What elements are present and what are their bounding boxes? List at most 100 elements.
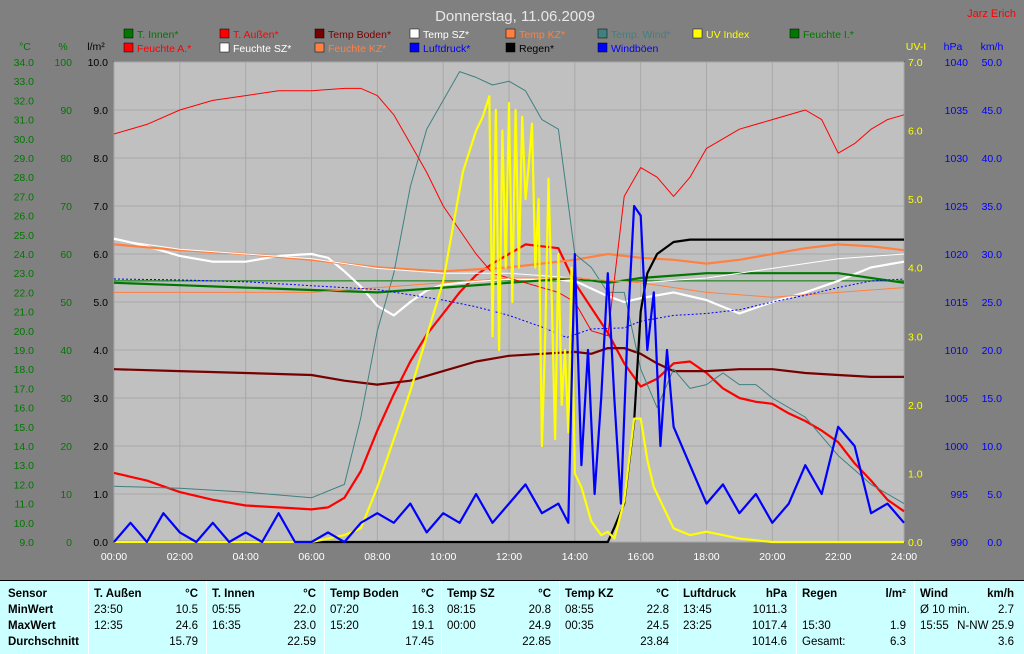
pressure-tick: 1015 xyxy=(945,297,969,309)
humidity-tick: 30 xyxy=(60,393,72,405)
temp-tick: 10.0 xyxy=(14,518,35,530)
humidity-tick: 60 xyxy=(60,249,72,261)
stat-unit: °C xyxy=(421,588,434,600)
column-separator xyxy=(324,581,325,654)
legend-swatch xyxy=(692,28,703,39)
time-tick: 16:00 xyxy=(628,551,654,563)
temp-tick: 29.0 xyxy=(14,153,35,165)
time-tick: 04:00 xyxy=(233,551,259,563)
stat-avg-value: 22.59 xyxy=(287,636,316,648)
rain-tick: 7.0 xyxy=(93,201,108,213)
legend-swatch xyxy=(123,28,134,39)
stat-max-value: 24.5 xyxy=(646,620,669,632)
stat-unit: °C xyxy=(656,588,669,600)
pressure-tick: 1010 xyxy=(945,345,969,357)
weather-chart: Donnerstag, 11.06.2009 Jarz Erich T. Inn… xyxy=(14,8,1016,563)
wind-tick: 50.0 xyxy=(982,57,1003,69)
temp-tick: 27.0 xyxy=(14,191,35,203)
column-separator xyxy=(88,581,89,654)
stat-min-value: 1011.3 xyxy=(752,604,787,616)
rain-tick: 5.0 xyxy=(93,297,108,309)
legend-swatch xyxy=(505,28,516,39)
pressure-tick: 1035 xyxy=(945,105,969,117)
uv-tick: 7.0 xyxy=(908,57,923,69)
stat-unit: l/m² xyxy=(885,588,906,600)
temp-tick: 28.0 xyxy=(14,172,35,184)
humidity-unit: % xyxy=(58,41,67,53)
time-tick: 18:00 xyxy=(693,551,719,563)
legend-label: Temp KZ* xyxy=(519,29,565,41)
column-separator xyxy=(677,581,678,654)
uv-tick: 3.0 xyxy=(908,331,923,343)
wind-tick: 15.0 xyxy=(982,393,1003,405)
wind-tick: 35.0 xyxy=(982,201,1003,213)
legend-swatch xyxy=(409,28,420,39)
legend-swatch xyxy=(314,42,325,53)
temp-tick: 18.0 xyxy=(14,364,35,376)
temp-tick: 30.0 xyxy=(14,134,35,146)
legend-label: Temp SZ* xyxy=(423,29,469,41)
legend-label: Feuchte A.* xyxy=(137,43,191,55)
wind-tick: 10.0 xyxy=(982,441,1003,453)
temp-tick: 34.0 xyxy=(14,57,35,69)
stat-avg-value: 1014.6 xyxy=(751,636,787,648)
temp-tick: 12.0 xyxy=(14,479,35,491)
stat-max-value: 1017.4 xyxy=(751,620,787,632)
humidity-tick: 90 xyxy=(60,105,72,117)
row-label-sensor: Sensor xyxy=(8,588,47,600)
uv-tick: 6.0 xyxy=(908,126,923,138)
humidity-tick: 40 xyxy=(60,345,72,357)
pressure-tick: 1040 xyxy=(945,57,969,69)
stat-unit: km/h xyxy=(987,588,1014,600)
legend-label: T. Innen* xyxy=(137,29,178,41)
pressure-unit: hPa xyxy=(944,41,963,53)
wind-tick: 25.0 xyxy=(982,297,1003,309)
stat-max-value: N-NW 25.9 xyxy=(957,620,1014,632)
legend-swatch xyxy=(219,42,230,53)
temp-tick: 9.0 xyxy=(19,537,34,549)
legend-swatch xyxy=(314,28,325,39)
time-tick: 06:00 xyxy=(298,551,324,563)
temp-tick: 16.0 xyxy=(14,403,35,415)
uv-tick: 4.0 xyxy=(908,263,923,275)
pressure-tick: 995 xyxy=(950,489,968,501)
rain-tick: 4.0 xyxy=(93,345,108,357)
author-label: Jarz Erich xyxy=(967,8,1016,20)
legend-label: Feuchte SZ* xyxy=(233,43,291,55)
stat-avg-value: 23.84 xyxy=(640,636,669,648)
rain-tick: 9.0 xyxy=(93,105,108,117)
legend-swatch xyxy=(123,42,134,53)
pressure-tick: 1020 xyxy=(945,249,969,261)
rain-tick: 0.0 xyxy=(93,537,108,549)
row-label-average: Durchschnitt xyxy=(8,636,79,648)
time-tick: 22:00 xyxy=(825,551,851,563)
row-label-max: MaxWert xyxy=(8,620,56,632)
legend-label: Regen* xyxy=(519,43,554,55)
pressure-tick: 990 xyxy=(950,537,968,549)
stat-unit: °C xyxy=(303,588,316,600)
humidity-tick: 80 xyxy=(60,153,72,165)
stat-avg-value: 3.6 xyxy=(998,636,1014,648)
wind-tick: 30.0 xyxy=(982,249,1003,261)
legend-label: Luftdruck* xyxy=(423,43,470,55)
time-tick: 24:00 xyxy=(891,551,917,563)
legend-label: Temp Boden* xyxy=(328,29,391,41)
wind-tick: 45.0 xyxy=(982,105,1003,117)
legend-swatch xyxy=(409,42,420,53)
stat-unit: °C xyxy=(185,588,198,600)
chart-title: Donnerstag, 11.06.2009 xyxy=(435,8,595,25)
rain-tick: 3.0 xyxy=(93,393,108,405)
time-tick: 12:00 xyxy=(496,551,522,563)
temp-tick: 31.0 xyxy=(14,115,35,127)
temp-tick: 22.0 xyxy=(14,287,35,299)
uv-tick: 5.0 xyxy=(908,194,923,206)
humidity-tick: 70 xyxy=(60,201,72,213)
rain-tick: 2.0 xyxy=(93,441,108,453)
stat-unit: °C xyxy=(538,588,551,600)
temp-tick: 32.0 xyxy=(14,95,35,107)
stat-unit: hPa xyxy=(765,588,787,600)
time-tick: 08:00 xyxy=(364,551,390,563)
pressure-tick: 1005 xyxy=(945,393,969,405)
wind-tick: 0.0 xyxy=(987,537,1002,549)
temp-tick: 33.0 xyxy=(14,76,35,88)
